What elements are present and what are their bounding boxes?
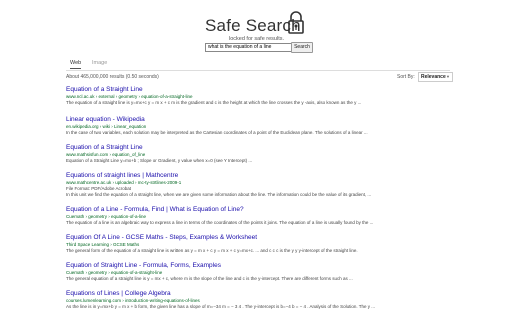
result-snippet: Equation of a Straight Line y=mx+b ; Slo… [66,158,253,163]
sort-select[interactable]: Relevance ▼ [418,72,453,82]
result-title-link[interactable]: Equation of a Straight Line [66,144,456,152]
search-result: Equation of Straight Line - Formula, For… [66,262,456,282]
search-result: Equation Of A Line - GCSE Maths - Steps,… [66,234,456,254]
header: Safe Search locked for safe results. wha… [0,0,512,58]
result-snippet: In the case of two variables, each solut… [66,130,368,135]
sort-label: Sort By: [397,74,415,80]
result-snippet: In this unit we find the equation of a s… [66,192,372,197]
chevron-down-icon: ▼ [446,74,450,79]
result-title-link[interactable]: Equation of a Straight Line [66,86,456,94]
search-result: Equations of straight lines | Mathcentre… [66,172,456,198]
result-snippet: The general equation of a straight line … [66,276,353,281]
sort-value: Relevance [421,74,446,80]
result-title-link[interactable]: Equation Of A Line - GCSE Maths - Steps,… [66,234,456,242]
lock-icon [288,11,304,34]
tab-web[interactable]: Web [70,60,82,69]
result-title-link[interactable]: Linear equation - Wikipedia [66,116,456,124]
search-result: Linear equation - Wikipedia en.wikipedia… [66,116,456,136]
tagline: locked for safe results. [229,36,285,42]
search-button[interactable]: Search [291,42,313,53]
search-result: Equation of a Straight Line www.mathsisf… [66,144,456,164]
result-tabs: Web Image [66,58,450,71]
result-snippet: The equation of a straight line is y=mx+… [66,100,362,105]
result-title-link[interactable]: Equations of Lines | College Algebra [66,290,456,298]
tab-image[interactable]: Image [92,60,107,66]
result-title-link[interactable]: Equation of a Line - Formula, Find | Wha… [66,206,456,214]
search-result: Equation of a Straight Line www.ncl.ac.u… [66,86,456,106]
result-title-link[interactable]: Equation of Straight Line - Formula, For… [66,262,456,270]
search-result: Equation of a Line - Formula, Find | Wha… [66,206,456,226]
result-snippet: The equation of a line is an algebraic w… [66,220,374,225]
result-title-link[interactable]: Equations of straight lines | Mathcentre [66,172,456,180]
result-snippet: The general form of the equation of a st… [66,248,358,253]
search-input[interactable]: what is the equation of a line [205,43,295,52]
result-snippet: As the line is in y=mx+b y = m x + b for… [66,304,376,309]
result-stats: About 465,000,000 results (0.50 seconds) [66,74,159,80]
search-result: Equations of Lines | College Algebra cou… [66,290,456,310]
